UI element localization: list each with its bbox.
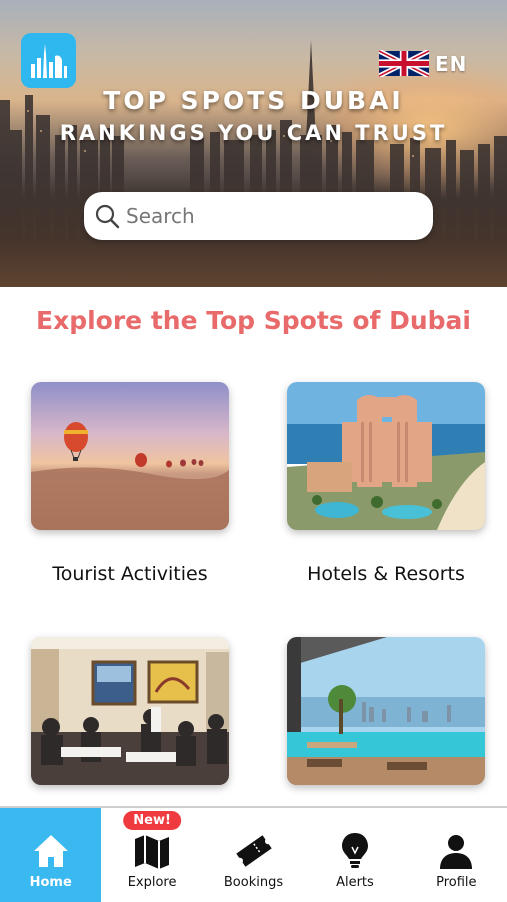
map-icon	[135, 835, 170, 869]
category-card-pools[interactable]	[287, 637, 485, 785]
category-label: Hotels & Resorts	[307, 563, 465, 585]
app-subtitle: RANKINGS YOU CAN TRUST	[59, 121, 448, 145]
search-bar[interactable]	[84, 192, 433, 240]
section-title: Explore the Top Spots of Dubai	[36, 306, 471, 335]
nav-label: Explore	[127, 875, 177, 890]
nav-label: Home	[29, 875, 72, 890]
ticket-icon	[235, 835, 272, 867]
nav-item-home[interactable]: Home	[0, 808, 102, 902]
dubai-skyline-logo-icon	[30, 43, 67, 78]
category-label: Tourist Activities	[52, 563, 208, 585]
lightbulb-icon	[341, 833, 368, 868]
restaurant-interior-image	[31, 637, 229, 785]
home-icon	[33, 835, 68, 867]
infinity-pool-image	[287, 637, 485, 785]
category-card-hotels-resorts[interactable]: Hotels & Resorts	[287, 382, 485, 585]
nav-label: Profile	[436, 875, 477, 890]
category-card-tourist-activities[interactable]: Tourist Activities	[31, 382, 229, 585]
nav-label: Bookings	[223, 875, 284, 890]
new-badge: New!	[123, 811, 181, 830]
nav-item-alerts[interactable]: Alerts	[304, 808, 405, 902]
bottom-nav: Home New! Explore Bookings Alerts Profil…	[0, 806, 507, 902]
hot-air-balloons-image	[31, 382, 229, 530]
search-icon	[95, 204, 120, 229]
nav-item-explore[interactable]: New! Explore	[101, 808, 202, 902]
category-card-restaurants[interactable]	[31, 637, 229, 785]
nav-label: Alerts	[336, 875, 374, 890]
app-title: TOP SPOTS DUBAI	[103, 86, 404, 115]
nav-item-profile[interactable]: Profile	[406, 808, 507, 902]
language-selector[interactable]: EN	[379, 50, 467, 77]
nav-item-bookings[interactable]: Bookings	[203, 808, 304, 902]
atlantis-resort-image	[287, 382, 485, 530]
language-code: EN	[435, 51, 468, 76]
uk-flag-icon	[379, 50, 429, 77]
user-icon	[440, 835, 473, 869]
app-logo[interactable]	[21, 33, 76, 88]
search-input[interactable]	[124, 203, 418, 229]
